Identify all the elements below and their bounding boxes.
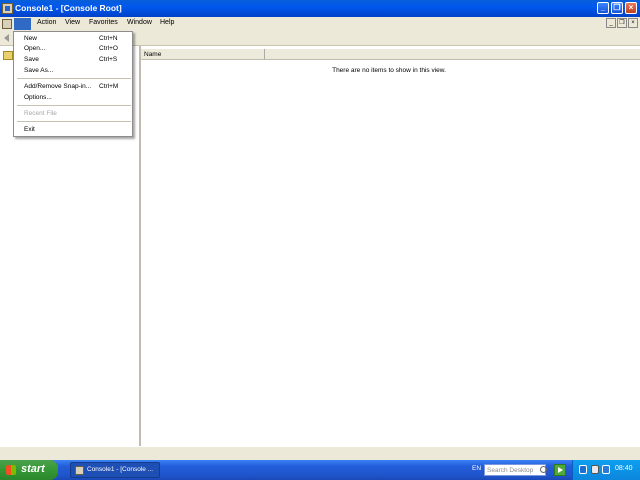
file-menu-exit[interactable]: Exit [14, 125, 132, 135]
mdi-minimize-button[interactable]: _ [606, 18, 616, 28]
system-tray: 08:40 [572, 460, 640, 480]
language-indicator[interactable]: EN [472, 465, 481, 472]
menu-separator [17, 121, 131, 122]
menu-help[interactable]: Help [160, 19, 174, 26]
column-header[interactable]: Name [141, 49, 640, 60]
mmc-task-icon [75, 466, 84, 475]
security-icon[interactable] [602, 465, 610, 474]
network-icon[interactable] [579, 465, 587, 474]
search-go-button[interactable] [554, 464, 566, 476]
column-header-name[interactable]: Name [144, 51, 161, 58]
taskbar: start Console1 - [Console ... EN Search … [0, 460, 640, 480]
menu-window[interactable]: Window [127, 19, 152, 26]
status-bar [0, 446, 640, 461]
title-bar[interactable]: Console1 - [Console Root] _ ❐ × [0, 0, 640, 17]
file-menu-add-remove-snapin[interactable]: Add/Remove Snap-in... Ctrl+M [14, 82, 132, 92]
menu-separator [17, 105, 131, 106]
menu-action[interactable]: Action [37, 19, 56, 26]
file-menu-recent-file: Recent File [24, 110, 57, 117]
menu-favorites[interactable]: Favorites [89, 19, 118, 26]
desktop-search-input[interactable]: Search Desktop [484, 464, 546, 476]
menu-separator [17, 78, 131, 79]
menu-bar: Action View Favorites Window Help _ ❐ × [0, 17, 640, 31]
list-pane[interactable]: Name There are no items to show in this … [141, 46, 640, 446]
console-root-icon[interactable] [2, 19, 12, 29]
window-title: Console1 - [Console Root] [15, 3, 122, 13]
restore-button[interactable]: ❐ [611, 2, 623, 14]
close-button[interactable]: × [625, 2, 637, 14]
empty-list-message: There are no items to show in this view. [332, 67, 446, 74]
mmc-app-icon[interactable] [2, 3, 13, 14]
windows-logo-icon [6, 465, 16, 475]
file-menu-options[interactable]: Options... [14, 93, 132, 103]
taskbar-item-console1[interactable]: Console1 - [Console ... [70, 462, 160, 478]
mdi-window-controls: _ ❐ × [605, 18, 638, 28]
search-icon[interactable] [540, 466, 547, 473]
mdi-close-button[interactable]: × [628, 18, 638, 28]
folder-icon[interactable] [3, 51, 13, 60]
file-menu-open[interactable]: Open... Ctrl+O [14, 44, 132, 54]
mdi-restore-button[interactable]: ❐ [617, 18, 627, 28]
menu-file[interactable] [14, 18, 31, 30]
column-divider[interactable] [264, 49, 265, 59]
clock[interactable]: 08:40 [615, 465, 633, 472]
back-arrow-icon[interactable] [4, 34, 9, 42]
volume-icon[interactable] [591, 465, 599, 474]
file-menu-save[interactable]: Save Ctrl+S [14, 55, 132, 65]
menu-view[interactable]: View [65, 19, 80, 26]
file-menu-dropdown: New Ctrl+N Open... Ctrl+O Save Ctrl+S Sa… [13, 31, 133, 137]
file-menu-new[interactable]: New Ctrl+N [14, 34, 132, 44]
start-button[interactable]: start [0, 460, 58, 480]
file-menu-save-as[interactable]: Save As... [14, 66, 132, 76]
minimize-button[interactable]: _ [597, 2, 609, 14]
